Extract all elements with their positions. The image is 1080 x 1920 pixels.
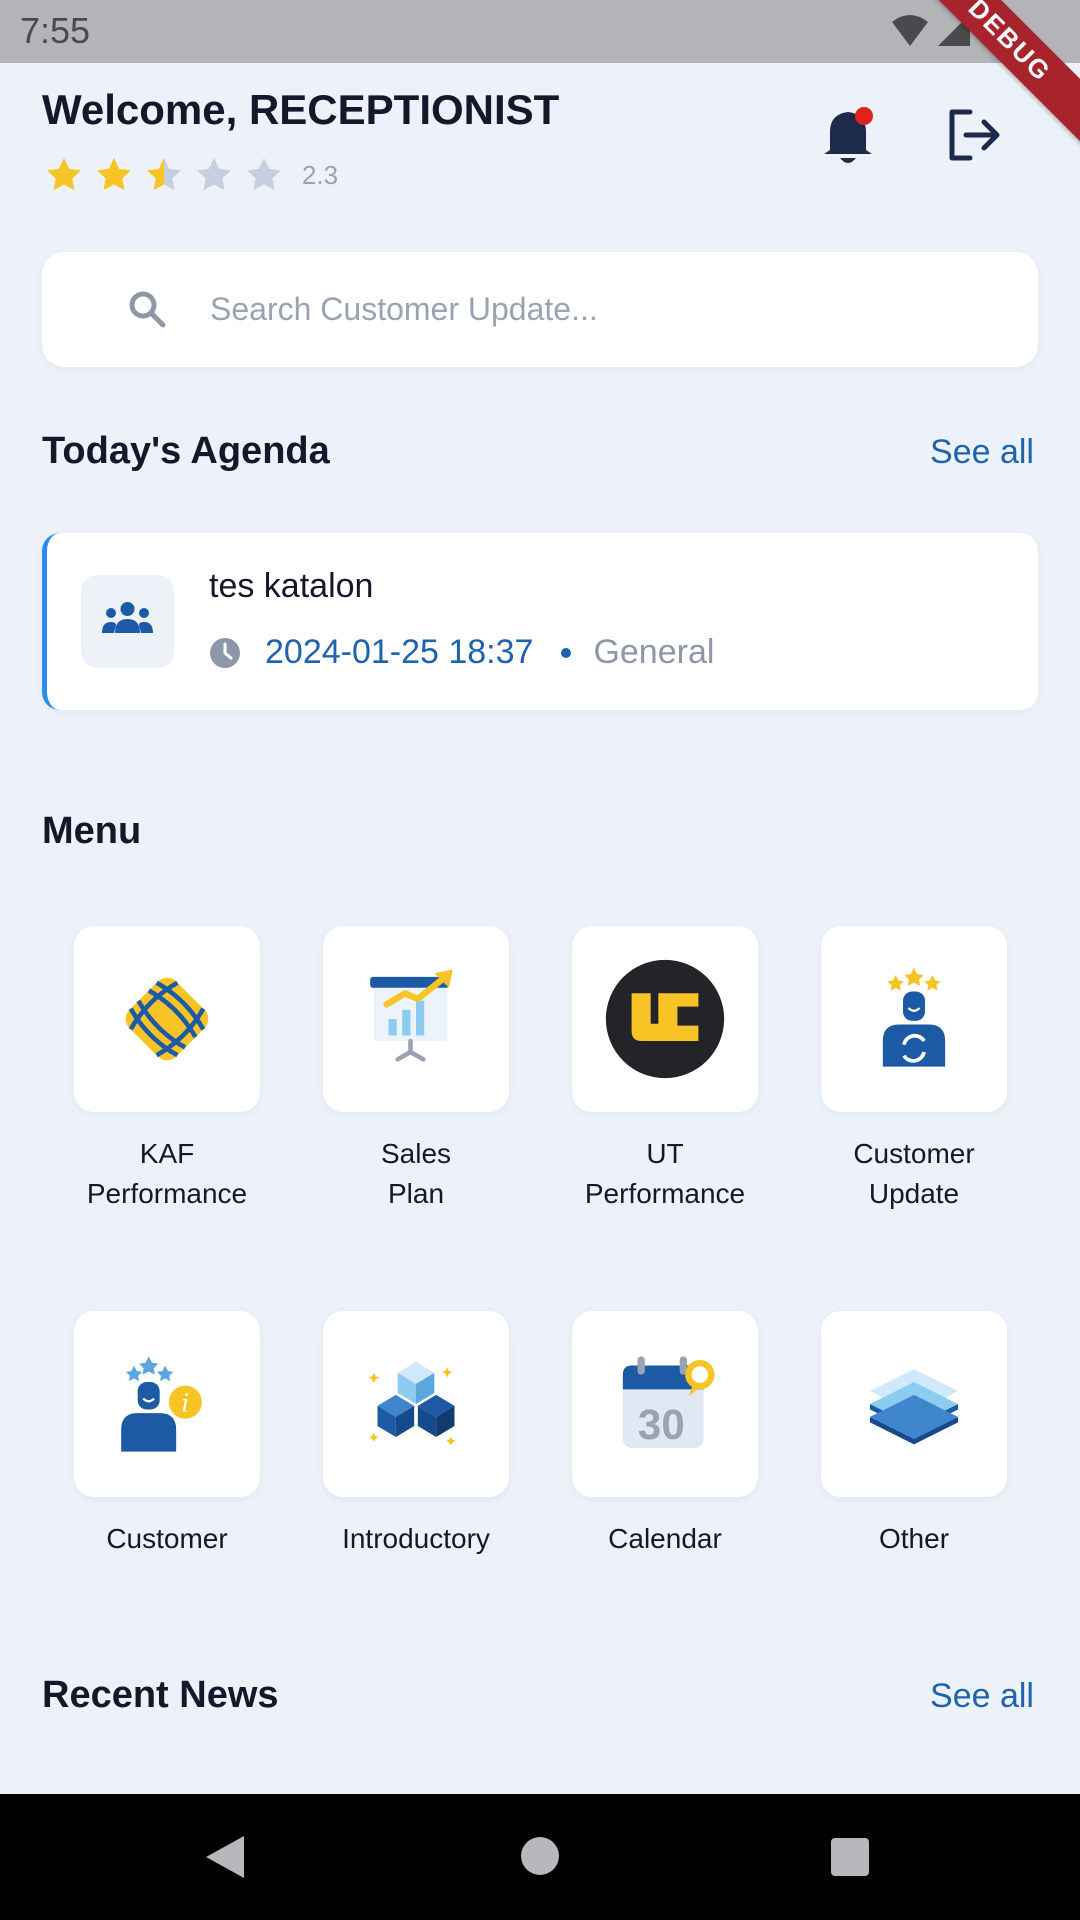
menu-item-label: Customer [106, 1523, 228, 1554]
star-empty-icon [197, 158, 231, 191]
menu-item-kaf-performance[interactable]: KAF Performance [67, 926, 267, 1214]
star-icon [47, 158, 81, 191]
agenda-item-meta: 2024-01-25 18:37 General [209, 633, 714, 672]
people-icon [102, 602, 153, 633]
menu-item-calendar[interactable]: 30 Calendar [565, 1311, 765, 1559]
menu-item-customer-update[interactable]: Customer Update [814, 926, 1014, 1214]
home-button[interactable] [521, 1837, 559, 1875]
news-section-title: Recent News [42, 1674, 279, 1716]
agenda-see-all-link[interactable]: See all [930, 433, 1034, 472]
menu-item-ut-performance[interactable]: UT Performance [565, 926, 765, 1214]
status-bar: 7:55 DEBUG [0, 0, 1080, 148]
agenda-item-type: General [593, 633, 715, 671]
clock-icon [210, 637, 240, 668]
agenda-item-datetime: 2024-01-25 18:37 [265, 633, 534, 671]
menu-tile: i [74, 1311, 260, 1497]
search-bar[interactable] [42, 252, 1038, 367]
menu-tile [572, 926, 758, 1112]
agenda-item[interactable]: tes katalon 2024-01-25 18:37 General [42, 533, 1038, 710]
menu-tile [821, 1311, 1007, 1497]
kaf-logo-icon [125, 977, 209, 1061]
menu-section-title: Menu [42, 810, 142, 852]
news-see-all-link[interactable]: See all [930, 1677, 1034, 1716]
rating-value: 2.3 [302, 159, 339, 190]
menu-item-sales-plan[interactable]: Sales Plan [316, 926, 516, 1214]
menu-tile [74, 926, 260, 1112]
calendar-day: 30 [638, 1401, 685, 1448]
star-icon [97, 158, 131, 191]
calendar-icon: 30 [622, 1356, 715, 1448]
menu-item-label: Calendar [608, 1523, 722, 1554]
menu-item-label: Sales Plan [380, 1138, 452, 1209]
star-empty-icon [247, 158, 281, 191]
logout-icon[interactable] [944, 106, 1002, 164]
menu-item-other[interactable]: Other [814, 1311, 1014, 1559]
star-half-icon [147, 158, 181, 191]
status-time: 7:55 [20, 10, 91, 51]
customer-update-icon [882, 967, 946, 1067]
menu-item-customer[interactable]: i Customer [67, 1311, 267, 1559]
separator-dot [561, 647, 572, 658]
menu-item-label: UT Performance [584, 1138, 746, 1209]
agenda-section-title: Today's Agenda [42, 430, 330, 472]
search-input[interactable] [208, 282, 988, 336]
notification-bell-icon[interactable] [820, 104, 880, 168]
notification-dot [855, 107, 873, 125]
recent-apps-button[interactable] [831, 1838, 869, 1876]
menu-item-label: Introductory [342, 1523, 490, 1554]
sales-plan-chart-icon [370, 969, 453, 1062]
customer-info-icon: i [121, 1356, 202, 1452]
menu-item-label: Other [878, 1523, 950, 1554]
agenda-icon-box [81, 575, 174, 668]
system-nav-bar [0, 1794, 1080, 1920]
welcome-title: Welcome, RECEPTIONIST [42, 86, 560, 133]
menu-tile [323, 926, 509, 1112]
menu-tile [821, 926, 1007, 1112]
menu-item-label: Customer Update [853, 1138, 975, 1209]
back-icon[interactable] [204, 1834, 246, 1880]
svg-text:i: i [182, 1389, 190, 1417]
rating: 2.3 [44, 150, 338, 200]
menu-tile [323, 1311, 509, 1497]
layers-icon [870, 1369, 958, 1445]
menu-item-label: KAF Performance [86, 1138, 248, 1209]
search-icon [129, 291, 166, 328]
cubes-icon [368, 1361, 456, 1446]
menu-tile: 30 [572, 1311, 758, 1497]
agenda-item-title: tes katalon [209, 567, 374, 605]
home-screen: 7:55 DEBUG Welcome, RECEPTIONIST 2.3 Sea… [0, 0, 1080, 1920]
menu-item-introductory[interactable]: Introductory [316, 1311, 516, 1559]
ut-logo-icon [605, 959, 725, 1079]
wifi-icon [892, 15, 928, 46]
